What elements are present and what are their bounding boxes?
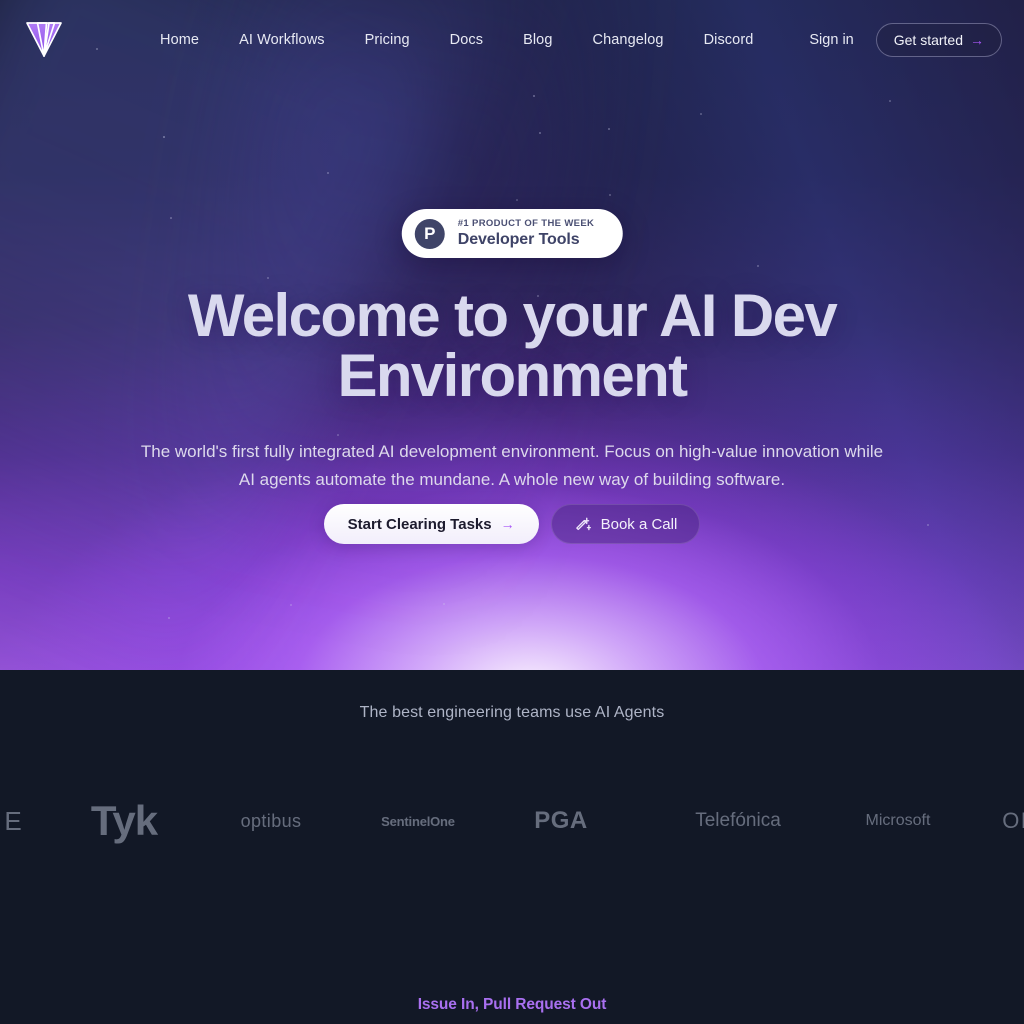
hero-cta-group: Start Clearing Tasks → Book a Call bbox=[0, 504, 1024, 544]
star-particle bbox=[327, 172, 330, 175]
social-proof-section: The best engineering teams use AI Agents… bbox=[0, 670, 1024, 1024]
logo-microsoft-label: Microsoft bbox=[865, 812, 931, 829]
logo-pga[interactable]: PGA bbox=[518, 788, 604, 854]
star-particle bbox=[267, 277, 269, 279]
logo-telefonica-label: Telefónica bbox=[695, 810, 781, 831]
star-particle bbox=[170, 217, 172, 219]
nav-link-discord[interactable]: Discord bbox=[704, 32, 754, 48]
hero-subheadline: The world's first fully integrated AI de… bbox=[140, 442, 884, 489]
logo-oracle[interactable]: ORACLE bbox=[1002, 788, 1024, 854]
nav-link-docs[interactable]: Docs bbox=[450, 32, 483, 48]
nav-link-blog[interactable]: Blog bbox=[523, 32, 552, 48]
star-particle bbox=[533, 95, 536, 98]
badge-kicker: #1 PRODUCT OF THE WEEK bbox=[457, 218, 595, 229]
magic-wand-icon bbox=[574, 516, 591, 533]
arrow-right-icon: → bbox=[970, 32, 984, 48]
product-of-the-week-badge[interactable]: P #1 PRODUCT OF THE WEEK Developer Tools bbox=[401, 209, 623, 259]
star-particle bbox=[443, 603, 445, 605]
badge-title: Developer Tools bbox=[457, 230, 580, 248]
nav-links-group: Home AI Workflows Pricing Docs Blog Changelog… bbox=[160, 0, 753, 80]
star-particle bbox=[163, 136, 165, 138]
logo-partial-left-label: E bbox=[4, 805, 22, 836]
logo-microsoft[interactable]: Microsoft bbox=[858, 788, 938, 854]
logo-optibus-label: optibus bbox=[240, 810, 302, 831]
logo-partial-left[interactable]: E bbox=[0, 788, 34, 854]
badge-text-group: #1 PRODUCT OF THE WEEK Developer Tools bbox=[458, 218, 595, 249]
logo-sentinelone-label: SentinelOne bbox=[381, 813, 455, 829]
logo-pga-label: PGA bbox=[534, 807, 588, 834]
triangle-w-logo-icon bbox=[26, 22, 62, 57]
logo-oracle-label: ORACLE bbox=[1002, 808, 1024, 833]
partner-logo-strip[interactable]: E Tyk optibus SentinelOne PGA Telefónica Micro… bbox=[0, 788, 1024, 854]
brand-logo[interactable] bbox=[24, 18, 64, 60]
logo-tyk[interactable]: Tyk bbox=[78, 788, 170, 854]
page-title: Welcome to your AI Dev Environment bbox=[187, 282, 838, 409]
logo-sentinelone[interactable]: SentinelOne bbox=[370, 788, 466, 854]
star-particle bbox=[516, 199, 518, 201]
logo-telefonica[interactable]: Telefónica bbox=[690, 788, 786, 854]
star-particle bbox=[889, 100, 891, 102]
star-particle bbox=[290, 604, 292, 606]
nav-link-pricing[interactable]: Pricing bbox=[365, 32, 410, 48]
nav-link-home[interactable]: Home bbox=[160, 32, 199, 48]
star-particle bbox=[609, 194, 611, 196]
nav-actions-group: Sign in Get started → bbox=[809, 0, 1002, 80]
nav-link-changelog[interactable]: Changelog bbox=[593, 32, 664, 48]
star-particle bbox=[168, 617, 171, 620]
star-particle bbox=[700, 113, 702, 115]
logo-tyk-label: Tyk bbox=[90, 797, 158, 844]
start-clearing-tasks-button[interactable]: Start Clearing Tasks → bbox=[323, 504, 539, 544]
get-started-label: Get started bbox=[893, 32, 963, 48]
product-hunt-icon: P bbox=[414, 218, 445, 249]
top-navigation-bar: Home AI Workflows Pricing Docs Blog Changelog… bbox=[0, 0, 1024, 80]
sign-in-link[interactable]: Sign in bbox=[809, 32, 853, 48]
arrow-right-icon: → bbox=[500, 516, 515, 532]
star-particle bbox=[608, 128, 610, 130]
star-particle bbox=[757, 265, 759, 267]
hero-copy-group: Welcome to your AI Dev Environment The w… bbox=[0, 286, 1024, 493]
star-particle bbox=[539, 132, 541, 134]
primary-cta-label: Start Clearing Tasks bbox=[347, 515, 492, 533]
landing-page: Home AI Workflows Pricing Docs Blog Changelog… bbox=[0, 0, 1024, 1024]
logo-optibus[interactable]: optibus bbox=[228, 788, 314, 854]
nav-link-ai-workflows[interactable]: AI Workflows bbox=[239, 32, 325, 48]
footer-tagline: Issue In, Pull Request Out bbox=[417, 996, 607, 1013]
get-started-button[interactable]: Get started → bbox=[875, 23, 1002, 57]
social-proof-title: The best engineering teams use AI Agents bbox=[359, 704, 665, 721]
secondary-cta-label: Book a Call bbox=[600, 515, 678, 533]
book-a-call-button[interactable]: Book a Call bbox=[550, 504, 701, 544]
